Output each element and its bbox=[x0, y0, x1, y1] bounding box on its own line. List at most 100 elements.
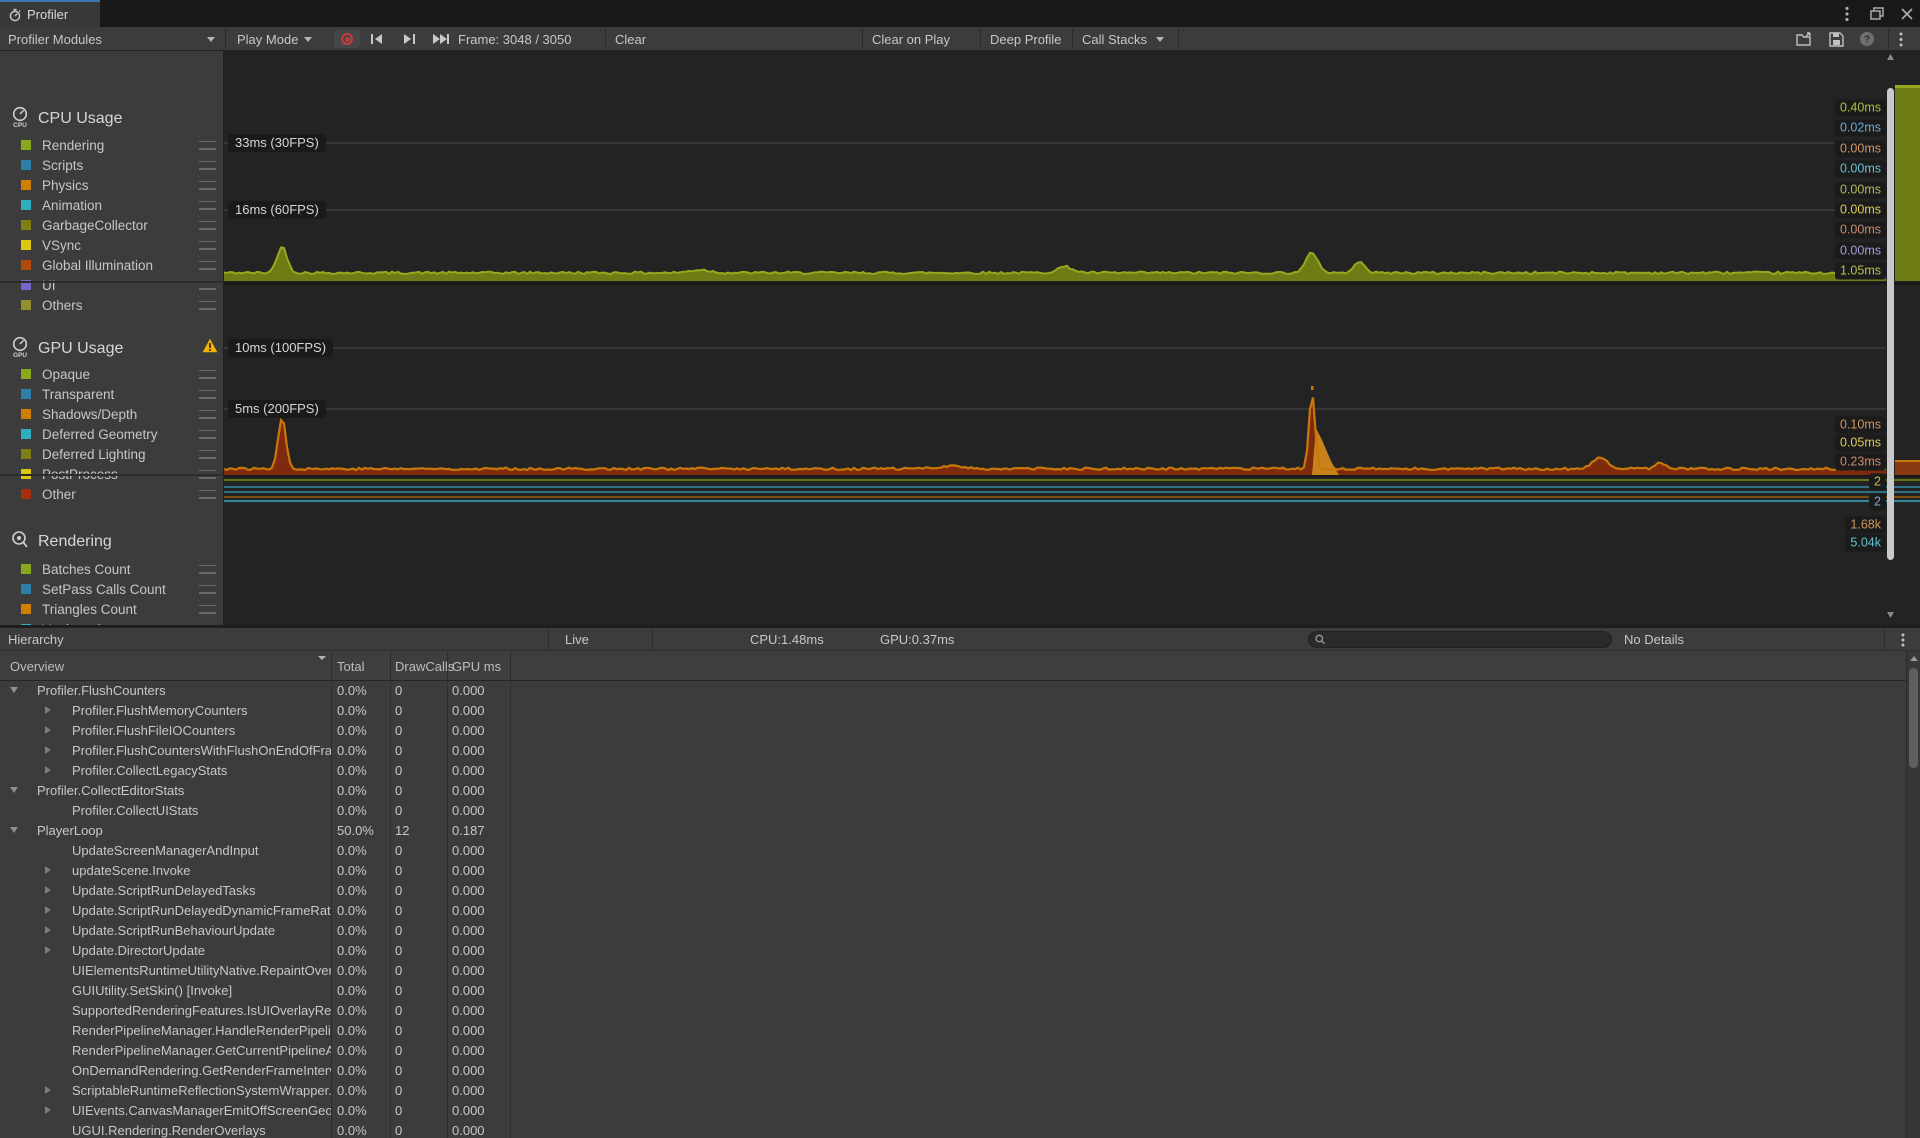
legend-item-deferred-geometry[interactable]: Deferred Geometry bbox=[0, 424, 224, 444]
table-row[interactable]: Profiler.FlushFileIOCounters 0.0% 0 0.00… bbox=[0, 721, 1920, 741]
legend-item-global-illumination[interactable]: Global Illumination bbox=[0, 255, 224, 275]
clear-on-play-toggle[interactable]: Clear on Play bbox=[872, 27, 950, 51]
legend-item-vsync[interactable]: VSync bbox=[0, 235, 224, 255]
table-row[interactable]: Profiler.CollectLegacyStats 0.0% 0 0.000 bbox=[0, 761, 1920, 781]
legend-item-rendering[interactable]: Rendering bbox=[0, 135, 224, 155]
module-header-rendering[interactable]: Rendering bbox=[10, 530, 112, 553]
drag-handle[interactable] bbox=[199, 564, 216, 574]
table-row[interactable]: UpdateScreenManagerAndInput 0.0% 0 0.000 bbox=[0, 841, 1920, 861]
legend-item-others[interactable]: Others bbox=[0, 295, 224, 315]
call-stacks-toggle[interactable]: Call Stacks bbox=[1082, 27, 1147, 51]
scroll-up-icon[interactable] bbox=[1909, 656, 1918, 661]
last-frame-button[interactable] bbox=[432, 27, 450, 51]
legend-item-animation[interactable]: Animation bbox=[0, 195, 224, 215]
table-row[interactable]: UGUI.Rendering.RenderOverlays 0.0% 0 0.0… bbox=[0, 1121, 1920, 1138]
table-row[interactable]: PlayerLoop 50.0% 12 0.187 bbox=[0, 821, 1920, 841]
hierarchy-label: Hierarchy bbox=[8, 632, 64, 647]
load-profile-button[interactable] bbox=[1796, 27, 1815, 51]
drag-handle[interactable] bbox=[199, 584, 216, 594]
play-mode-dropdown[interactable]: Play Mode bbox=[237, 27, 313, 51]
drag-handle[interactable] bbox=[199, 604, 216, 614]
table-row[interactable]: RenderPipelineManager.GetCurrentPipeline… bbox=[0, 1041, 1920, 1061]
table-scrollbar[interactable] bbox=[1906, 651, 1920, 1138]
deep-profile-toggle[interactable]: Deep Profile bbox=[990, 27, 1062, 51]
legend-item-opaque[interactable]: Opaque bbox=[0, 364, 224, 384]
chevron-down-icon[interactable] bbox=[1156, 37, 1164, 42]
help-button[interactable]: ? bbox=[1859, 27, 1875, 51]
grid-label: 10ms (100FPS) bbox=[228, 339, 334, 357]
drag-handle[interactable] bbox=[199, 300, 216, 310]
drag-handle[interactable] bbox=[199, 140, 216, 150]
hierarchy-dropdown[interactable]: Hierarchy bbox=[8, 628, 64, 651]
legend-item-setpass-calls-count[interactable]: SetPass Calls Count bbox=[0, 579, 224, 599]
clear-on-play-label: Clear on Play bbox=[872, 31, 951, 47]
legend-item-scripts[interactable]: Scripts bbox=[0, 155, 224, 175]
drag-handle[interactable] bbox=[199, 200, 216, 210]
drag-handle[interactable] bbox=[199, 449, 216, 459]
column-drawcalls[interactable]: DrawCalls bbox=[395, 651, 454, 681]
search-field[interactable] bbox=[1308, 631, 1612, 648]
save-profile-button[interactable] bbox=[1829, 27, 1844, 51]
toolbar-menu-button[interactable] bbox=[1899, 27, 1903, 51]
table-row[interactable]: SupportedRenderingFeatures.IsUIOverlayRe… bbox=[0, 1001, 1920, 1021]
legend-item-garbagecollector[interactable]: GarbageCollector bbox=[0, 215, 224, 235]
column-overview[interactable]: Overview bbox=[10, 651, 64, 681]
module-header-gpu-usage[interactable]: GPU GPU Usage bbox=[10, 336, 123, 360]
window-close-icon[interactable] bbox=[1898, 5, 1916, 23]
scrollbar-thumb[interactable] bbox=[1909, 668, 1918, 768]
legend-item-triangles-count[interactable]: Triangles Count bbox=[0, 599, 224, 619]
live-toggle[interactable]: Live bbox=[565, 628, 589, 651]
drag-handle[interactable] bbox=[199, 409, 216, 419]
legend-item-physics[interactable]: Physics bbox=[0, 175, 224, 195]
table-row[interactable]: UIEvents.CanvasManagerEmitOffScreenGeome… bbox=[0, 1101, 1920, 1121]
legend-item-shadows-depth[interactable]: Shadows/Depth bbox=[0, 404, 224, 424]
chart-value-pill: 0.02ms bbox=[1835, 119, 1886, 137]
drag-handle[interactable] bbox=[199, 369, 216, 379]
drag-handle[interactable] bbox=[199, 389, 216, 399]
legend-item-other[interactable]: Other bbox=[0, 484, 224, 504]
table-row[interactable]: Profiler.FlushMemoryCounters 0.0% 0 0.00… bbox=[0, 701, 1920, 721]
column-gpums[interactable]: GPU ms bbox=[452, 651, 501, 681]
clear-button[interactable]: Clear bbox=[615, 27, 646, 51]
drag-handle[interactable] bbox=[199, 489, 216, 499]
charts-area[interactable]: 33ms (30FPS) 16ms (60FPS) 10ms (100FPS) 5ms… bbox=[0, 51, 1920, 625]
window-menu-icon[interactable] bbox=[1838, 5, 1856, 23]
column-total[interactable]: Total bbox=[337, 651, 364, 681]
drag-handle[interactable] bbox=[199, 240, 216, 250]
next-frame-button[interactable] bbox=[402, 27, 416, 51]
profiler-modules-dropdown[interactable]: Profiler Modules bbox=[8, 27, 102, 51]
legend-item-ui[interactable]: UI bbox=[0, 275, 224, 295]
window-maximize-icon[interactable] bbox=[1868, 5, 1886, 23]
skip-to-first-icon bbox=[371, 34, 382, 44]
table-row[interactable]: ScriptableRuntimeReflectionSystemWrapper… bbox=[0, 1081, 1920, 1101]
table-row[interactable]: Profiler.FlushCounters 0.0% 0 0.000 bbox=[0, 681, 1920, 701]
first-frame-button[interactable] bbox=[370, 27, 384, 51]
details-dropdown[interactable]: No Details bbox=[1624, 628, 1684, 651]
legend-item-transparent[interactable]: Transparent bbox=[0, 384, 224, 404]
drag-handle[interactable] bbox=[199, 220, 216, 230]
table-row[interactable]: Update.ScriptRunDelayedTasks 0.0% 0 0.00… bbox=[0, 881, 1920, 901]
drag-handle[interactable] bbox=[199, 260, 216, 270]
table-row[interactable]: OnDemandRendering.GetRenderFrameInterval… bbox=[0, 1061, 1920, 1081]
table-row[interactable]: RenderPipelineManager.HandleRenderPipeli… bbox=[0, 1021, 1920, 1041]
table-row[interactable]: Update.ScriptRunDelayedDynamicFrameRate … bbox=[0, 901, 1920, 921]
search-input[interactable] bbox=[1329, 631, 1605, 648]
table-row[interactable]: Profiler.CollectUIStats 0.0% 0 0.000 bbox=[0, 801, 1920, 821]
record-button[interactable] bbox=[334, 30, 360, 48]
table-row[interactable]: updateScene.Invoke 0.0% 0 0.000 bbox=[0, 861, 1920, 881]
drag-handle[interactable] bbox=[199, 429, 216, 439]
table-row[interactable]: Update.DirectorUpdate 0.0% 0 0.000 bbox=[0, 941, 1920, 961]
chart-value-pill: 1.68k bbox=[1845, 516, 1886, 534]
table-row[interactable]: Profiler.CollectEditorStats 0.0% 0 0.000 bbox=[0, 781, 1920, 801]
module-header-cpu-usage[interactable]: CPU CPU Usage bbox=[10, 106, 122, 130]
legend-item-batches-count[interactable]: Batches Count bbox=[0, 559, 224, 579]
tab-profiler[interactable]: Profiler bbox=[0, 0, 100, 27]
drag-handle[interactable] bbox=[199, 180, 216, 190]
table-row[interactable]: Update.ScriptRunBehaviourUpdate 0.0% 0 0… bbox=[0, 921, 1920, 941]
legend-item-deferred-lighting[interactable]: Deferred Lighting bbox=[0, 444, 224, 464]
table-row[interactable]: GUIUtility.SetSkin() [Invoke] 0.0% 0 0.0… bbox=[0, 981, 1920, 1001]
drag-handle[interactable] bbox=[199, 160, 216, 170]
table-row[interactable]: UIElementsRuntimeUtilityNative.RepaintOv… bbox=[0, 961, 1920, 981]
table-row[interactable]: Profiler.FlushCountersWithFlushOnEndOfFr… bbox=[0, 741, 1920, 761]
details-menu-button[interactable] bbox=[1901, 628, 1905, 651]
